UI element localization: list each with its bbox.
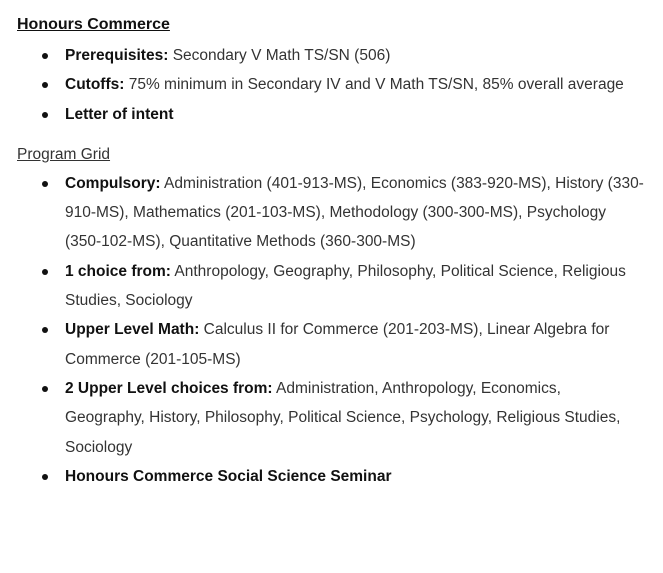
bullet-icon	[42, 82, 48, 89]
list-item: 2 Upper Level choices from: Administrati…	[42, 374, 645, 462]
program-grid-link[interactable]: Program Grid	[17, 143, 110, 167]
list-item: Cutoffs: 75% minimum in Secondary IV and…	[42, 70, 630, 99]
program-section: Honours Commerce Prerequisites: Secondar…	[17, 13, 647, 491]
item-label: 1 choice from:	[65, 262, 171, 280]
list-item: 1 choice from: Anthropology, Geography, …	[42, 257, 645, 316]
bullet-icon	[42, 111, 48, 118]
bullet-icon	[42, 268, 48, 275]
list-item: Letter of intent	[42, 100, 645, 129]
list-item: Prerequisites: Secondary V Math TS/SN (5…	[42, 41, 645, 70]
list-item: Upper Level Math: Calculus II for Commer…	[42, 315, 645, 374]
bullet-icon	[42, 180, 48, 187]
item-label: Letter of intent	[65, 105, 174, 123]
item-label: Cutoffs:	[65, 76, 125, 94]
program-grid-list: Compulsory: Administration (401-913-MS),…	[17, 169, 645, 491]
item-label: Compulsory:	[65, 174, 161, 192]
requirements-list: Prerequisites: Secondary V Math TS/SN (5…	[17, 41, 645, 129]
bullet-icon	[42, 53, 48, 59]
list-item: Compulsory: Administration (401-913-MS),…	[42, 169, 645, 257]
bullet-icon	[42, 385, 48, 392]
item-label: 2 Upper Level choices from:	[65, 379, 273, 397]
item-label: Prerequisites:	[65, 47, 169, 64]
section-title: Honours Commerce	[17, 16, 170, 33]
bullet-icon	[42, 327, 48, 334]
bullet-icon	[42, 473, 48, 480]
item-text: 75% minimum in Secondary IV and V Math T…	[124, 76, 624, 94]
item-label: Honours Commerce Social Science Seminar	[65, 467, 392, 485]
item-label: Upper Level Math:	[65, 321, 200, 339]
list-item: Honours Commerce Social Science Seminar	[42, 462, 645, 491]
item-text: Secondary V Math TS/SN (506)	[168, 47, 391, 64]
